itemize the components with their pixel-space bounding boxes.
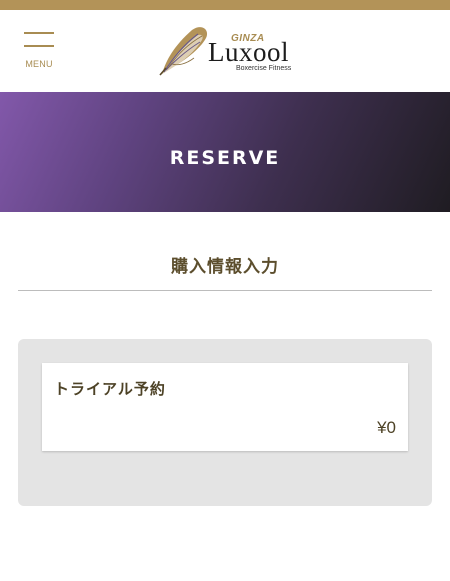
top-accent-bar — [0, 0, 450, 10]
order-item-price: ¥0 — [377, 418, 396, 437]
order-item-card: トライアル予約 ¥0 — [42, 363, 408, 451]
menu-button[interactable]: MENU — [22, 30, 56, 72]
hero-banner: RESERVE — [0, 92, 450, 212]
logo-wordmark: Luxool — [208, 37, 289, 67]
section-divider — [18, 290, 432, 291]
order-item-name: トライアル予約 — [54, 380, 166, 398]
order-summary-panel: トライアル予約 ¥0 — [18, 339, 432, 506]
hamburger-icon — [24, 32, 54, 34]
section-title: 購入情報入力 — [171, 257, 279, 277]
page-title: RESERVE — [169, 147, 281, 169]
hamburger-line — [24, 45, 54, 47]
site-header: MENU GINZA Luxool Boxercise Fitness — [0, 10, 450, 92]
site-logo[interactable]: GINZA Luxool Boxercise Fitness — [156, 24, 302, 76]
menu-label: MENU — [25, 59, 53, 69]
wing-logo-icon — [159, 27, 208, 76]
logo-tagline: Boxercise Fitness — [236, 65, 292, 72]
